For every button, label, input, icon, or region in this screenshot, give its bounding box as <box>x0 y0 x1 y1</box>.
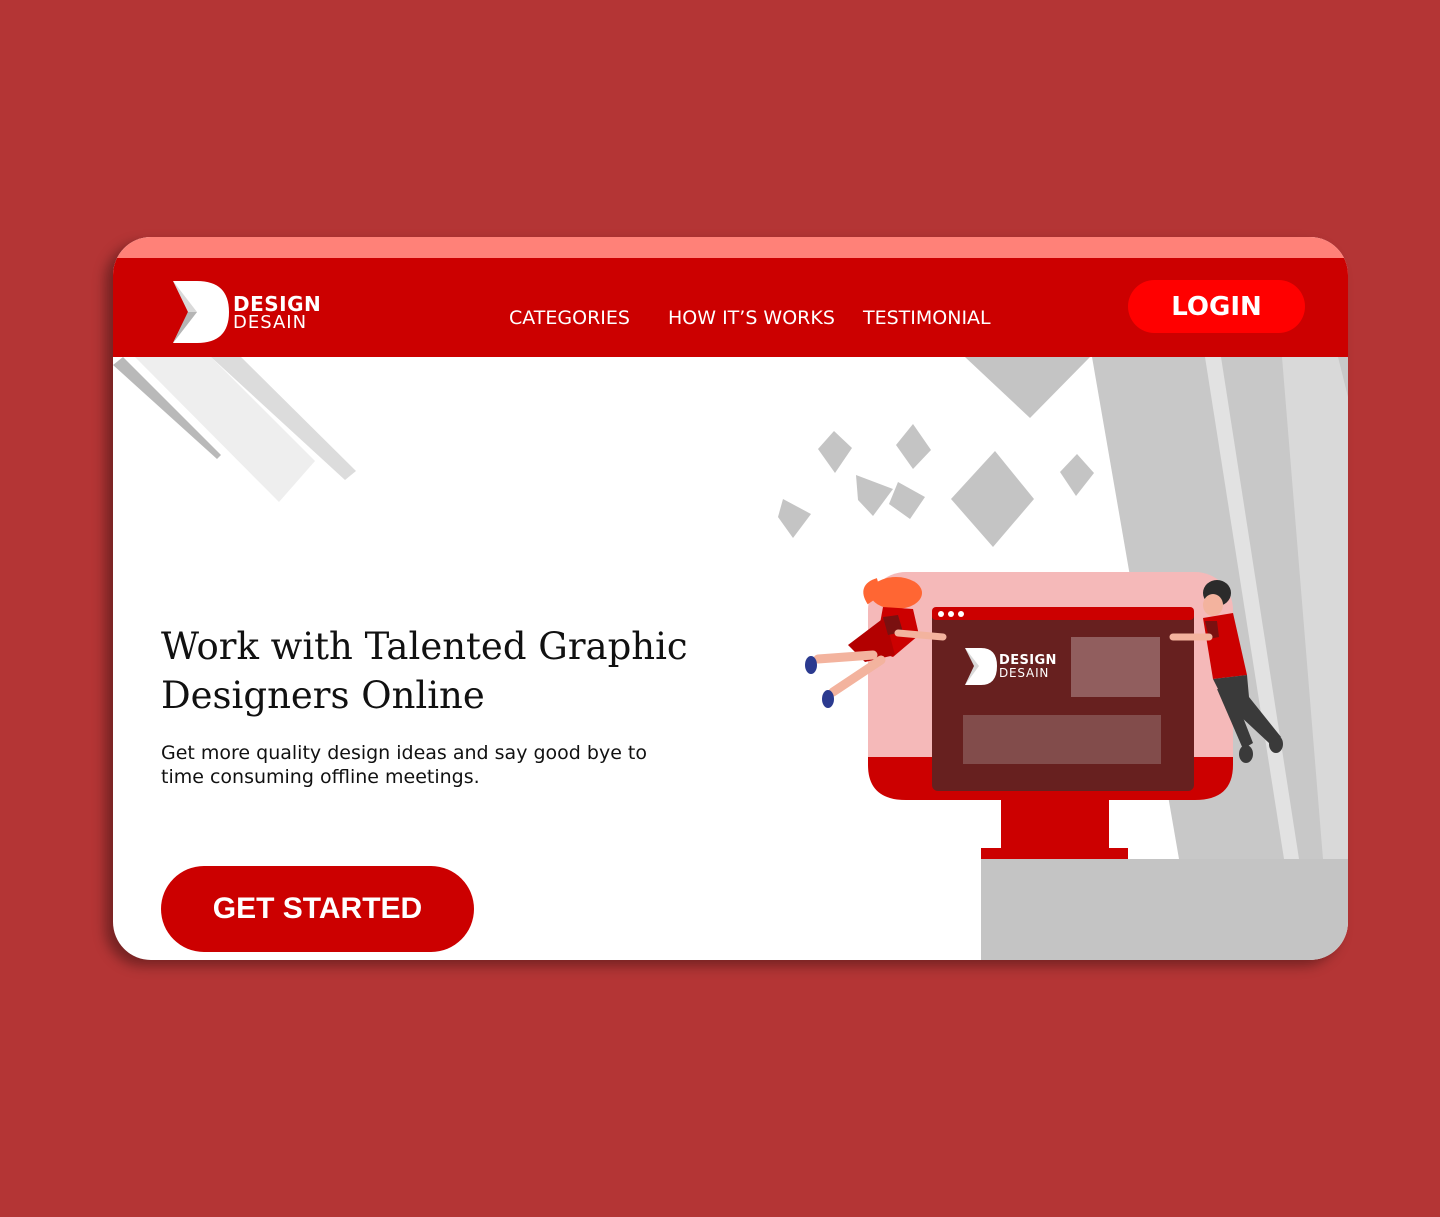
hero-title: Work with Talented Graphic Designers Onl… <box>161 622 721 720</box>
nav-link-testimonial[interactable]: TESTIMONIAL <box>863 306 991 330</box>
landing-card: DESIGN DESAIN CATEGORIES HOW IT’S WORKS … <box>113 237 1348 960</box>
nav-link-categories[interactable]: CATEGORIES <box>509 306 630 330</box>
brand-name-line2: DESAIN <box>233 312 308 333</box>
get-started-button[interactable]: GET STARTED <box>161 866 474 952</box>
top-left-stripes <box>113 357 356 502</box>
hero-subtitle-line2: time consuming offline meetings. <box>161 766 480 788</box>
brand-logo[interactable]: DESIGN DESAIN <box>171 279 341 345</box>
login-button[interactable]: LOGIN <box>1128 280 1305 333</box>
gray-diamonds <box>778 357 1094 547</box>
hero-title-line2: Designers Online <box>161 674 485 717</box>
hero-subtitle-line1: Get more quality design ideas and say go… <box>161 742 648 764</box>
nav-link-how-it-works[interactable]: HOW IT’S WORKS <box>668 306 835 330</box>
navbar: DESIGN DESAIN CATEGORIES HOW IT’S WORKS … <box>113 258 1348 357</box>
hero-subtitle: Get more quality design ideas and say go… <box>161 741 721 789</box>
screen-brand-line2: DESAIN <box>999 666 1050 680</box>
hero-title-line1: Work with Talented Graphic <box>161 625 688 668</box>
d-monogram-logo-icon <box>173 281 229 343</box>
window-dots-icon <box>938 611 964 617</box>
top-accent-strip <box>113 237 1348 259</box>
